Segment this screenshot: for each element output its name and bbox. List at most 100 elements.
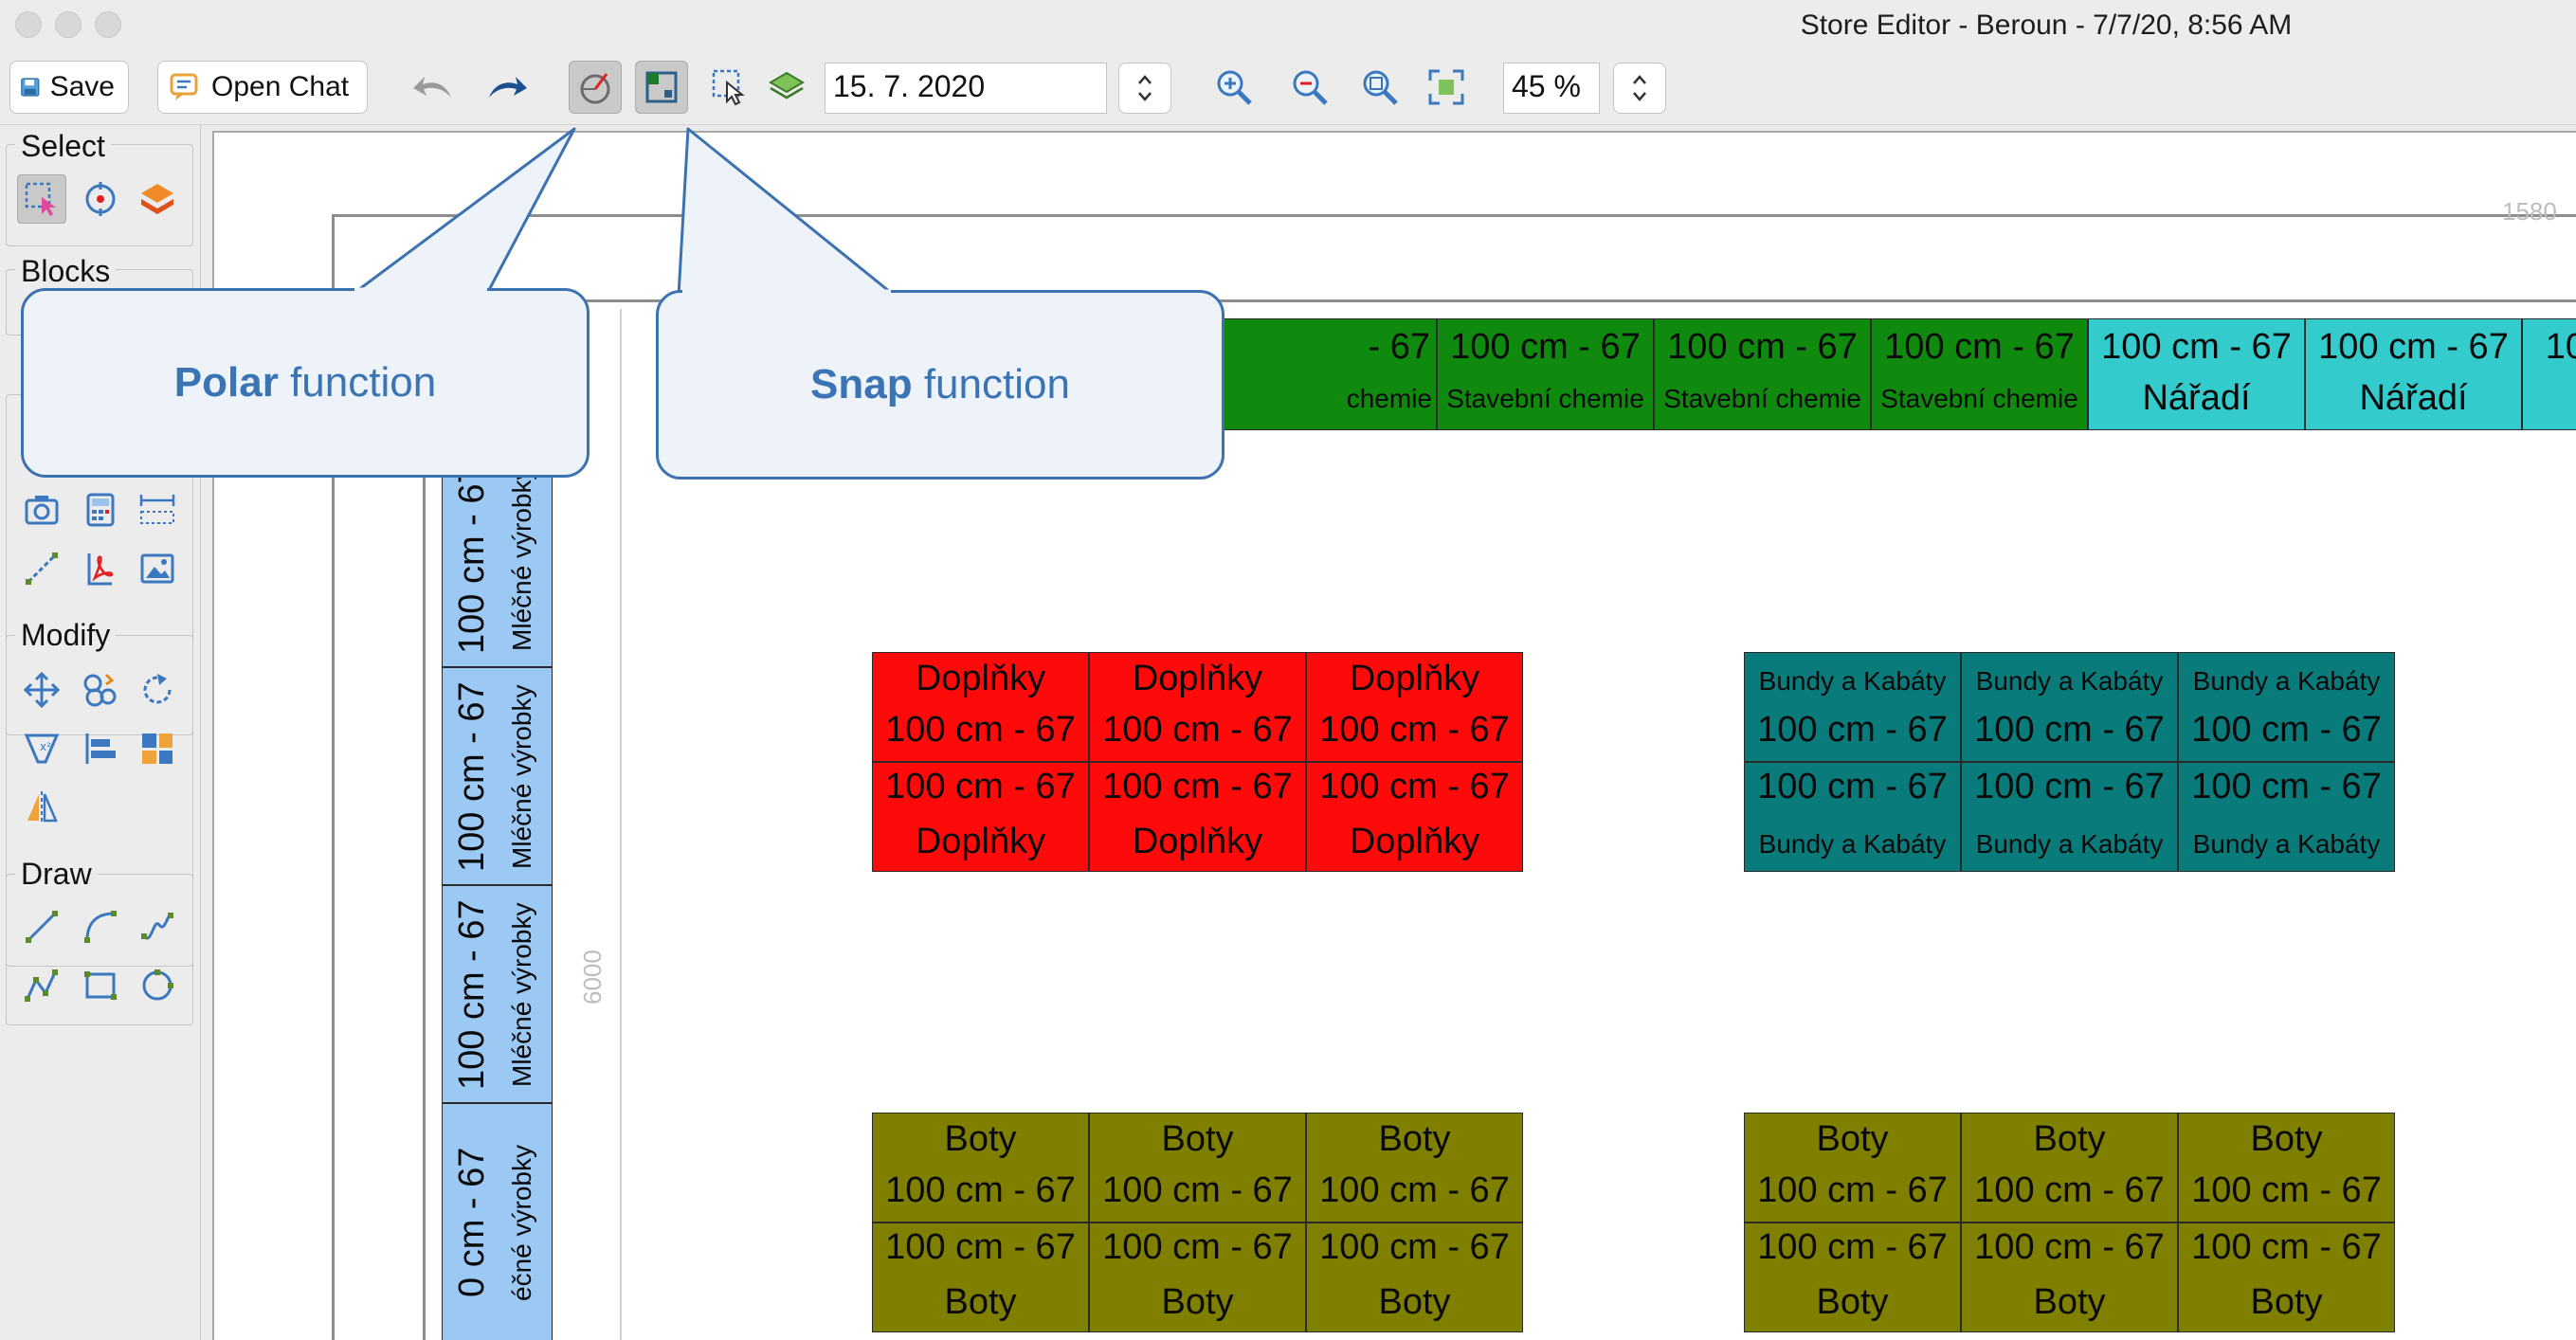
shelf-block-cell[interactable]: Doplňky 100 cm - 67 (872, 652, 1089, 762)
shelf-block-cell[interactable]: 100 cm - 67 Doplňky (1306, 762, 1523, 872)
zoom-stepper[interactable] (1613, 63, 1666, 114)
top-shelf-cell[interactable]: - 67 chemie (1220, 318, 1437, 430)
shelf-block-cell[interactable]: Boty 100 cm - 67 (1306, 1113, 1523, 1222)
open-chat-button[interactable]: Open Chat (157, 61, 368, 114)
align-tool[interactable] (76, 724, 125, 773)
top-shelf-cell[interactable]: 100 cm - 67 Nářadí (2305, 318, 2522, 430)
polyline-icon (25, 969, 58, 1002)
top-shelf-cell[interactable]: 100 cm - 67 Nářadí (2088, 318, 2305, 430)
shelf-block-cell[interactable]: Bundy a Kabáty 100 cm - 67 (2178, 652, 2395, 762)
shelf-block-cell[interactable]: Boty 100 cm - 67 (872, 1113, 1089, 1222)
select-rectangle-tool[interactable] (17, 174, 66, 224)
measure-icon (26, 552, 58, 585)
shelf-block-cell[interactable]: 100 cm - 67 Boty (2178, 1222, 2395, 1332)
shelf-block-cell[interactable]: 100 cm - 67 Boty (872, 1222, 1089, 1332)
top-shelf-cell[interactable]: 100 cm - 67 Stavební chemie (1871, 318, 2088, 430)
zoom-field[interactable]: 45 % (1503, 63, 1600, 114)
shelf-block-cell[interactable]: 100 cm - 67 Boty (1744, 1222, 1961, 1332)
shelf-block-cell[interactable]: Boty 100 cm - 67 (1744, 1113, 1961, 1222)
rotate-tool[interactable] (133, 665, 182, 715)
blocks-group-label: Blocks (15, 254, 117, 289)
shelf-block-cell[interactable]: Boty 100 cm - 67 (2178, 1113, 2395, 1222)
close-window-button[interactable] (15, 11, 42, 38)
measure-tool[interactable] (17, 544, 66, 593)
shelf-size-label: 0 cm - 67 (452, 1147, 492, 1297)
snap-callout-text: function (912, 361, 1070, 407)
select-rectangle-icon (25, 182, 56, 216)
left-shelf-cell[interactable]: 0 cm - 67 éčné výrobky (442, 1103, 553, 1340)
draw-line-tool[interactable] (17, 902, 66, 951)
left-shelf-cell[interactable]: 100 cm - 67 Mléčné výrobky (442, 667, 553, 885)
zoom-window-button[interactable] (95, 11, 121, 38)
shelf-size-label: 100 cm - 67 (885, 1170, 1076, 1210)
left-shelf-cell[interactable]: 100 cm - 67 Mléčné výrobky (442, 449, 553, 667)
calculator-tool[interactable] (76, 485, 125, 534)
zoom-out-icon (1293, 70, 1328, 105)
top-shelf-cell[interactable]: 100 cm - 67 Stavební chemie (1437, 318, 1654, 430)
zoom-extent-button[interactable] (1420, 61, 1473, 114)
zoom-fit-button[interactable] (1353, 61, 1406, 114)
draw-group-label: Draw (15, 857, 98, 892)
shelf-block-cell[interactable]: 100 cm - 67 Boty (1961, 1222, 2178, 1332)
select-layer-tool[interactable] (133, 174, 182, 224)
store-editor-window: Store Editor - Beroun - 7/7/20, 8:56 AM … (0, 0, 2576, 1340)
shelf-block-cell[interactable]: Bundy a Kabáty 100 cm - 67 (1744, 652, 1961, 762)
shelf-category-label: Doplňky (1349, 659, 1480, 698)
shelf-block-cell[interactable]: 100 cm - 67 Doplňky (872, 762, 1089, 872)
draw-curve-tool[interactable] (133, 902, 182, 951)
copy-tool[interactable] (76, 665, 125, 715)
mirror-tool[interactable] (17, 783, 66, 832)
shelf-size-label: - 67 (1368, 327, 1430, 367)
draw-polyline-tool[interactable] (17, 961, 66, 1010)
shelf-size-label: 100 cm - 67 (885, 767, 1076, 806)
left-shelf-cell[interactable]: 100 cm - 67 Mléčné výrobky (442, 885, 553, 1103)
camera-tool[interactable] (17, 485, 66, 534)
select-point-tool[interactable] (76, 174, 125, 224)
pdf-tool[interactable] (76, 544, 125, 593)
arrange-tool[interactable] (133, 724, 182, 773)
zoom-in-button[interactable] (1207, 61, 1261, 114)
shelf-category-label: Bundy a Kabáty (1975, 666, 2164, 696)
minimize-window-button[interactable] (55, 11, 82, 38)
shelf-block-cell[interactable]: 100 cm - 67 Bundy a Kabáty (1744, 762, 1961, 872)
date-field[interactable]: 15. 7. 2020 (825, 63, 1107, 114)
image-tool[interactable] (133, 544, 182, 593)
shelf-block-cell[interactable]: Bundy a Kabáty 100 cm - 67 (1961, 652, 2178, 762)
top-shelf-cell[interactable]: 100 cm - 67 Stavební chemie (1654, 318, 1871, 430)
shelf-category-label: Mléčné výrobky (507, 901, 536, 1087)
date-stepper[interactable] (1118, 63, 1171, 114)
save-button[interactable]: Save (9, 61, 129, 114)
shelf-category-label: Nářadí (2523, 378, 2576, 419)
layers-icon (769, 71, 805, 100)
shelf-size-label: 100 cm - 67 (2191, 1170, 2382, 1210)
shelf-block-cell[interactable]: Boty 100 cm - 67 (1961, 1113, 2178, 1222)
shelf-block-cell[interactable]: 100 cm - 67 Doplňky (1089, 762, 1306, 872)
shelf-block-cell[interactable]: Doplňky 100 cm - 67 (1306, 652, 1523, 762)
shelf-block-cell[interactable]: 100 cm - 67 Bundy a Kabáty (2178, 762, 2395, 872)
draw-circle-tool[interactable] (133, 961, 182, 1010)
shelf-category-label: Doplňky (915, 659, 1046, 698)
snap-button[interactable] (635, 61, 688, 114)
layers-button[interactable] (760, 61, 813, 114)
draw-rectangle-tool[interactable] (76, 961, 125, 1010)
undo-button[interactable] (406, 61, 459, 114)
top-shelf-cell[interactable]: 100 cm - 6 Nářadí (2522, 318, 2576, 430)
shelf-size-label: 100 cm - 67 (1974, 1227, 2165, 1267)
zoom-out-button[interactable] (1283, 61, 1336, 114)
dimension-tool[interactable] (133, 485, 182, 534)
draw-arc-tool[interactable] (76, 902, 125, 951)
select-objects-button[interactable] (703, 61, 756, 114)
move-tool[interactable] (17, 665, 66, 715)
shelf-block-cell[interactable]: 100 cm - 67 Boty (1306, 1222, 1523, 1332)
polar-callout-bold: Polar (173, 359, 279, 406)
shelf-size-label: 100 cm - 67 (1319, 767, 1510, 806)
camera-icon (25, 496, 59, 525)
shelf-size-label: 100 cm - 67 (1974, 710, 2165, 750)
redo-button[interactable] (481, 61, 535, 114)
shelf-block-cell[interactable]: Boty 100 cm - 67 (1089, 1113, 1306, 1222)
polar-button[interactable] (569, 61, 622, 114)
shelf-block-cell[interactable]: 100 cm - 67 Boty (1089, 1222, 1306, 1332)
shelf-block-cell[interactable]: Doplňky 100 cm - 67 (1089, 652, 1306, 762)
scale-tool[interactable]: x² (17, 724, 66, 773)
shelf-block-cell[interactable]: 100 cm - 67 Bundy a Kabáty (1961, 762, 2178, 872)
